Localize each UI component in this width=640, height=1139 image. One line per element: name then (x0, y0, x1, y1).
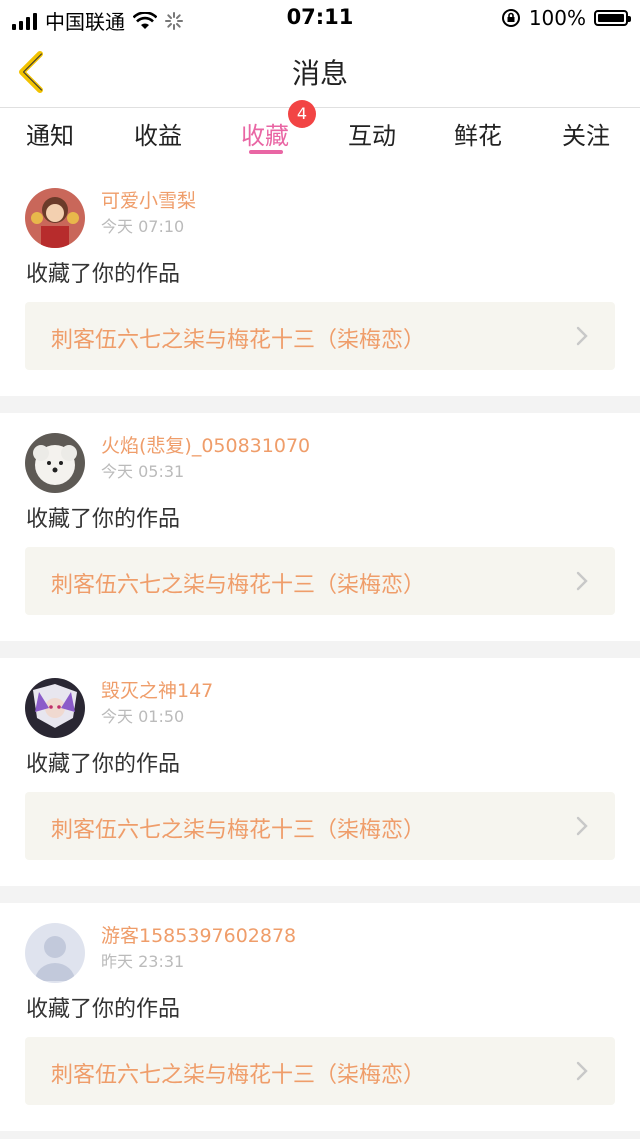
avatar[interactable] (25, 188, 85, 248)
timestamp: 今天 05:31 (101, 462, 185, 481)
action-text: 收藏了你的作品 (26, 752, 181, 777)
status-bar: 中国联通 07:11 100% (0, 0, 640, 36)
dog-avatar-icon (25, 433, 85, 493)
tab-favorites[interactable]: 收藏 (241, 116, 289, 151)
username[interactable]: 游客1585397602878 (101, 921, 296, 948)
work-title: 刺客伍六七之柒与梅花十三（柒梅恋） (51, 573, 426, 598)
navigation-bar: 消息 (0, 36, 640, 108)
avatar[interactable] (25, 433, 85, 493)
avatar[interactable] (25, 678, 85, 738)
list-item: 游客1585397602878 昨天 23:31 收藏了你的作品 刺客伍六七之柒… (0, 903, 640, 1131)
work-title: 刺客伍六七之柒与梅花十三（柒梅恋） (51, 818, 426, 843)
tab-bar: 通知 收益 收藏 互动 鲜花 关注 (0, 108, 640, 170)
chevron-right-icon (576, 816, 588, 836)
username[interactable]: 可爱小雪梨 (101, 186, 196, 213)
active-tab-indicator (249, 150, 283, 154)
tab-earnings[interactable]: 收益 (134, 116, 182, 151)
tab-interactions[interactable]: 互动 (348, 116, 396, 151)
chevron-right-icon (576, 1061, 588, 1081)
work-title: 刺客伍六七之柒与梅花十三（柒梅恋） (51, 1063, 426, 1088)
username[interactable]: 毁灭之神147 (101, 676, 213, 703)
action-text: 收藏了你的作品 (26, 997, 181, 1022)
list-item: 火焰(悲复)_050831070 今天 05:31 收藏了你的作品 刺客伍六七之… (0, 413, 640, 641)
username[interactable]: 火焰(悲复)_050831070 (101, 431, 310, 458)
battery-percent: 100% (528, 6, 586, 30)
battery-icon (594, 10, 631, 26)
status-bar-right: 100% (501, 6, 631, 30)
work-link[interactable]: 刺客伍六七之柒与梅花十三（柒梅恋） (25, 302, 615, 370)
tab-following[interactable]: 关注 (562, 116, 610, 151)
orientation-lock-icon (501, 9, 520, 27)
avatar[interactable] (25, 923, 85, 983)
tab-flowers[interactable]: 鲜花 (454, 116, 502, 151)
action-text: 收藏了你的作品 (26, 262, 181, 287)
page-title: 消息 (291, 57, 348, 90)
anime-avatar-icon (25, 678, 85, 738)
timestamp: 昨天 23:31 (101, 952, 185, 971)
work-link[interactable]: 刺客伍六七之柒与梅花十三（柒梅恋） (25, 547, 615, 615)
favorites-badge: 4 (288, 100, 316, 128)
work-title: 刺客伍六七之柒与梅花十三（柒梅恋） (51, 328, 426, 353)
tab-notifications[interactable]: 通知 (26, 116, 74, 151)
list-item: 可爱小雪梨 今天 07:10 收藏了你的作品 刺客伍六七之柒与梅花十三（柒梅恋） (0, 168, 640, 396)
timestamp: 今天 07:10 (101, 217, 185, 236)
chevron-right-icon (576, 571, 588, 591)
chevron-right-icon (576, 326, 588, 346)
work-link[interactable]: 刺客伍六七之柒与梅花十三（柒梅恋） (25, 1037, 615, 1105)
timestamp: 今天 01:50 (101, 707, 185, 726)
action-text: 收藏了你的作品 (26, 507, 181, 532)
cartoon-avatar-icon (25, 188, 85, 248)
default-user-avatar-icon (25, 923, 85, 983)
work-link[interactable]: 刺客伍六七之柒与梅花十三（柒梅恋） (25, 792, 615, 860)
list-item: 毁灭之神147 今天 01:50 收藏了你的作品 刺客伍六七之柒与梅花十三（柒梅… (0, 658, 640, 886)
